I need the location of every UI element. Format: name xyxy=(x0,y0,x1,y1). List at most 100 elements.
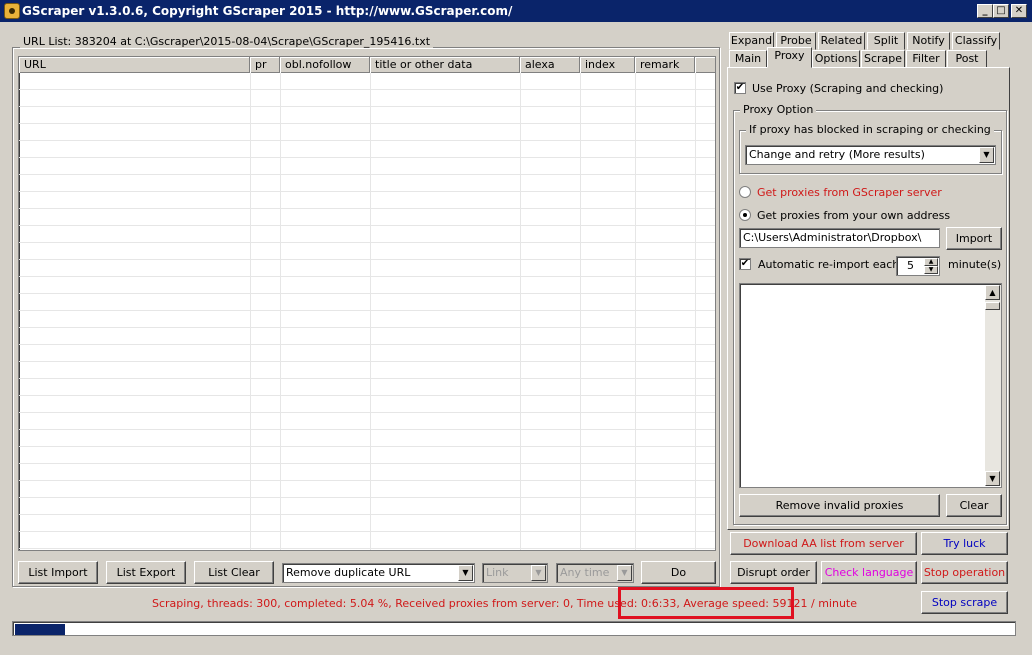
tab-notify[interactable]: Notify xyxy=(907,32,950,50)
table-row[interactable] xyxy=(19,379,715,396)
server-proxy-label[interactable]: Get proxies from GScraper server xyxy=(757,186,942,199)
title-bar[interactable]: GScraper v1.3.0.6, Copyright GScraper 20… xyxy=(0,0,1032,22)
time-select-value: Any time xyxy=(560,566,610,579)
action-select[interactable]: Remove duplicate URL ▼ xyxy=(282,563,475,583)
scroll-up-icon[interactable]: ▲ xyxy=(985,285,1000,300)
check-icon: ✔ xyxy=(740,258,750,269)
table-row[interactable] xyxy=(19,243,715,260)
table-row[interactable] xyxy=(19,124,715,141)
tab-related[interactable]: Related xyxy=(818,32,865,50)
link-select: Link ▼ xyxy=(482,563,548,583)
column-pr[interactable]: pr xyxy=(250,57,280,73)
table-row[interactable] xyxy=(19,73,715,90)
column-remark[interactable]: remark xyxy=(635,57,695,73)
grid-line xyxy=(520,73,521,550)
table-row[interactable] xyxy=(19,192,715,209)
chevron-down-icon[interactable]: ▼ xyxy=(458,565,473,581)
maximize-button[interactable]: □ xyxy=(993,4,1009,18)
table-row[interactable] xyxy=(19,345,715,362)
chevron-down-icon[interactable]: ▼ xyxy=(979,147,994,163)
url-list-label: URL List: 383204 at C:\Gscraper\2015-08-… xyxy=(20,35,434,48)
use-proxy-label[interactable]: Use Proxy (Scraping and checking) xyxy=(752,82,943,95)
action-select-value: Remove duplicate URL xyxy=(286,566,411,579)
table-row[interactable] xyxy=(19,396,715,413)
table-row[interactable] xyxy=(19,447,715,464)
proxy-list-memo[interactable]: ▲ ▼ xyxy=(739,283,1002,488)
table-row[interactable] xyxy=(19,328,715,345)
table-row[interactable] xyxy=(19,362,715,379)
table-row[interactable] xyxy=(19,141,715,158)
tab-scrape[interactable]: Scrape xyxy=(861,50,905,68)
minutes-stepper[interactable]: 5 ▲ ▼ xyxy=(896,256,940,276)
tab-classify[interactable]: Classify xyxy=(952,32,1000,50)
column-index[interactable]: index xyxy=(580,57,635,73)
use-proxy-checkbox[interactable]: ✔ xyxy=(734,82,746,94)
chevron-down-icon: ▼ xyxy=(617,565,632,581)
table-row[interactable] xyxy=(19,277,715,294)
column-title[interactable]: title or other data xyxy=(370,57,520,73)
table-row[interactable] xyxy=(19,226,715,243)
tab-main[interactable]: Main xyxy=(729,50,767,68)
remove-invalid-proxies-button[interactable]: Remove invalid proxies xyxy=(739,494,940,517)
tab-split[interactable]: Split xyxy=(867,32,905,50)
grid-line xyxy=(250,73,251,550)
clear-proxies-button[interactable]: Clear xyxy=(946,494,1002,517)
list-export-button[interactable]: List Export xyxy=(106,561,186,584)
table-row[interactable] xyxy=(19,311,715,328)
time-select: Any time ▼ xyxy=(556,563,634,583)
list-clear-button[interactable]: List Clear xyxy=(194,561,274,584)
auto-reimport-checkbox[interactable]: ✔ xyxy=(739,258,751,270)
column-url[interactable]: URL xyxy=(19,57,250,73)
table-row[interactable] xyxy=(19,209,715,226)
table-row[interactable] xyxy=(19,464,715,481)
chevron-down-icon: ▼ xyxy=(531,565,546,581)
minimize-button[interactable]: _ xyxy=(977,4,993,18)
tab-options[interactable]: Options xyxy=(812,50,860,68)
column-obl-nofollow[interactable]: obl.nofollow xyxy=(280,57,370,73)
tab-filter[interactable]: Filter xyxy=(906,50,946,68)
table-row[interactable] xyxy=(19,430,715,447)
table-row[interactable] xyxy=(19,515,715,532)
download-aa-button[interactable]: Download AA list from server xyxy=(730,532,917,555)
check-language-button[interactable]: Check language xyxy=(821,561,917,584)
stop-operation-button[interactable]: Stop operation xyxy=(921,561,1008,584)
tab-post[interactable]: Post xyxy=(947,50,987,68)
scroll-thumb[interactable] xyxy=(985,302,1000,310)
minutes-label: minute(s) xyxy=(948,258,1002,271)
table-row[interactable] xyxy=(19,158,715,175)
close-button[interactable]: ✕ xyxy=(1011,4,1027,18)
proxy-address-input[interactable]: C:\Users\Administrator\Dropbox\ xyxy=(739,228,940,248)
list-import-button[interactable]: List Import xyxy=(18,561,98,584)
stepper-down-icon[interactable]: ▼ xyxy=(924,266,938,274)
stop-scrape-button[interactable]: Stop scrape xyxy=(921,591,1008,614)
table-row[interactable] xyxy=(19,260,715,277)
grid-header: URL pr obl.nofollow title or other data … xyxy=(19,57,715,73)
memo-scrollbar[interactable] xyxy=(985,285,1001,486)
import-button[interactable]: Import xyxy=(946,227,1002,250)
table-row[interactable] xyxy=(19,532,715,549)
table-row[interactable] xyxy=(19,294,715,311)
table-row[interactable] xyxy=(19,481,715,498)
table-row[interactable] xyxy=(19,413,715,430)
grid-line xyxy=(580,73,581,550)
blocked-action-select[interactable]: Change and retry (More results) ▼ xyxy=(745,145,996,165)
disrupt-order-button[interactable]: Disrupt order xyxy=(730,561,817,584)
table-row[interactable] xyxy=(19,90,715,107)
column-alexa[interactable]: alexa xyxy=(520,57,580,73)
own-address-label[interactable]: Get proxies from your own address xyxy=(757,209,950,222)
do-button[interactable]: Do xyxy=(641,561,716,584)
url-grid[interactable]: URL pr obl.nofollow title or other data … xyxy=(18,56,716,551)
try-luck-button[interactable]: Try luck xyxy=(921,532,1008,555)
scroll-down-icon[interactable]: ▼ xyxy=(985,471,1000,486)
tab-proxy[interactable]: Proxy xyxy=(767,47,812,68)
table-row[interactable] xyxy=(19,107,715,124)
server-proxy-radio[interactable] xyxy=(739,186,751,198)
grid-line xyxy=(635,73,636,550)
own-address-radio[interactable] xyxy=(739,209,751,221)
stepper-up-icon[interactable]: ▲ xyxy=(924,258,938,266)
check-icon: ✔ xyxy=(735,82,745,93)
progress-bar xyxy=(12,621,1016,636)
table-row[interactable] xyxy=(19,498,715,515)
table-row[interactable] xyxy=(19,175,715,192)
auto-reimport-label[interactable]: Automatic re-import each xyxy=(758,258,899,271)
